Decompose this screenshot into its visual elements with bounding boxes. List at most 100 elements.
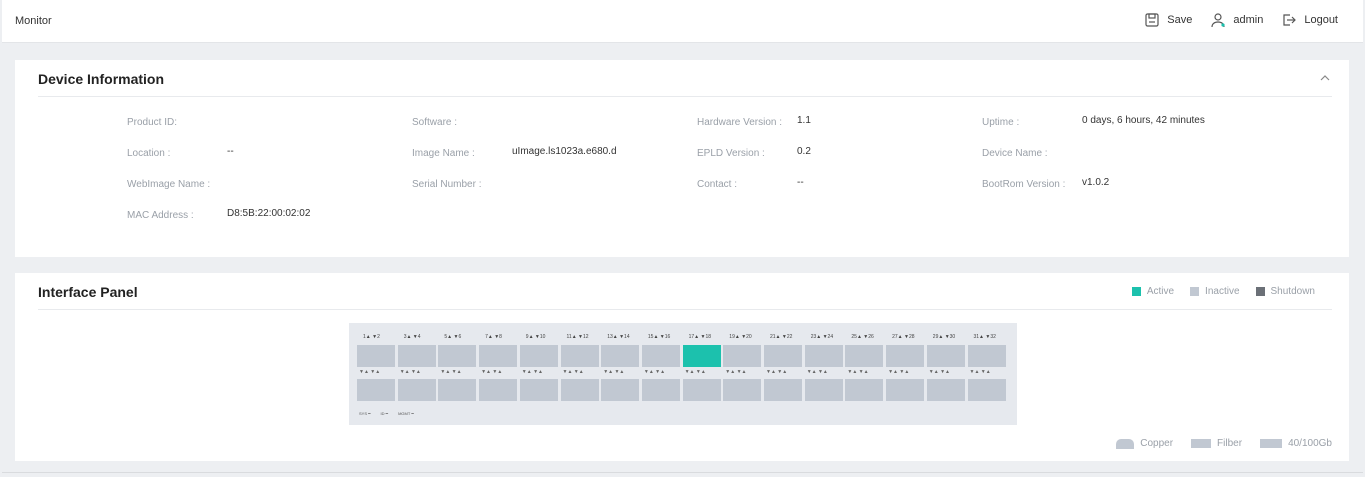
port-bottom[interactable] — [682, 379, 721, 401]
port-bottom[interactable] — [967, 379, 1006, 401]
port-top[interactable] — [519, 345, 558, 367]
info-value: uImage.ls1023a.e680.d — [512, 146, 617, 157]
port-indicator: ▼▲ ▼▲ — [481, 369, 503, 375]
copper-label: Copper — [1140, 438, 1174, 449]
port-number-label: 15▲ ▼16 — [647, 334, 671, 340]
save-button[interactable]: Save — [1144, 12, 1192, 28]
info-label: Image Name : — [412, 148, 475, 159]
port-indicator: ▼▲ ▼▲ — [603, 369, 625, 375]
port-bottom[interactable] — [926, 379, 965, 401]
port-top[interactable] — [886, 345, 925, 367]
port-number-label: 31▲ ▼32 — [973, 334, 996, 340]
device-information-heading: Device Information — [38, 71, 165, 87]
port-indicator: ▼▲ ▼▲ — [521, 369, 543, 375]
port-top[interactable] — [804, 345, 843, 367]
port-top[interactable] — [438, 345, 477, 367]
info-label: Device Name : — [982, 148, 1048, 159]
switch-front-panel: SYS ━ ID ━ MGMT ━ 1▲ ▼2 ▼▲ ▼▲ 3▲ ▼4 ▼▲ ▼▲ 5▲… — [349, 323, 1017, 425]
legend-inactive: Inactive — [1190, 286, 1240, 297]
user-icon — [1211, 13, 1225, 28]
port-top[interactable] — [601, 345, 640, 367]
legend-shutdown: Shutdown — [1255, 286, 1315, 297]
info-label: WebImage Name : — [127, 179, 211, 190]
40-100gb-swatch — [1260, 439, 1283, 448]
interface-panel-card: Interface Panel Active Inactive Shutdown S… — [15, 273, 1349, 461]
port-top[interactable] — [560, 345, 599, 367]
port-bottom[interactable] — [397, 379, 436, 401]
info-label: Contact : — [697, 179, 738, 190]
port-bottom[interactable] — [357, 379, 395, 401]
port-top[interactable] — [764, 345, 802, 367]
info-label: Product ID: — [127, 117, 178, 128]
info-value: 0 days, 6 hours, 42 minutes — [1082, 115, 1205, 126]
port-top[interactable] — [397, 345, 436, 367]
port-number-label: 13▲ ▼14 — [607, 334, 630, 340]
port-indicator: ▼▲ ▼▲ — [969, 369, 991, 375]
port-number-label: 23▲ ▼24 — [810, 334, 834, 340]
legend-swatch — [1190, 287, 1200, 296]
device-information-header: Device Information — [38, 60, 1332, 97]
info-value: v1.0.2 — [1082, 177, 1110, 188]
info-label: BootRom Version : — [982, 179, 1066, 190]
id-led-label: ID ━ — [380, 411, 389, 416]
info-value: -- — [797, 177, 804, 188]
port-number-label: 9▲ ▼10 — [525, 334, 546, 340]
port-top[interactable] — [479, 345, 518, 367]
port-indicator: ▼▲ ▼▲ — [399, 369, 421, 375]
info-label: MAC Address : — [127, 210, 194, 221]
port-bottom[interactable] — [519, 379, 558, 401]
port-bottom[interactable] — [886, 379, 925, 401]
interface-panel-heading: Interface Panel — [38, 284, 138, 300]
port-number-label: 21▲ ▼22 — [770, 334, 793, 340]
port-bottom[interactable] — [723, 379, 762, 401]
port-number-label: 27▲ ▼28 — [892, 334, 915, 340]
info-value: -- — [227, 146, 234, 157]
logout-button[interactable]: Logout — [1281, 12, 1338, 28]
port-bottom[interactable] — [438, 379, 477, 401]
port-indicator: ▼▲ ▼▲ — [766, 369, 788, 375]
port-bottom[interactable] — [845, 379, 884, 401]
fiber-label: Filber — [1217, 438, 1243, 449]
port-number-label: 5▲ ▼6 — [444, 334, 462, 340]
page-title: Monitor — [15, 15, 52, 27]
info-value: D8:5B:22:00:02:02 — [227, 208, 311, 219]
port-top[interactable] — [723, 345, 762, 367]
copper-swatch — [1116, 438, 1135, 449]
chevron-up-icon[interactable] — [1318, 71, 1332, 85]
save-label: Save — [1167, 14, 1193, 26]
port-bottom[interactable] — [601, 379, 640, 401]
info-label: EPLD Version : — [697, 148, 765, 159]
port-top[interactable] — [357, 345, 395, 367]
port-top[interactable] — [682, 345, 721, 367]
legend-label: Active — [1146, 286, 1175, 297]
info-value: 1.1 — [797, 115, 811, 126]
port-number-label: 7▲ ▼8 — [485, 334, 502, 340]
port-indicator: ▼▲ ▼▲ — [888, 369, 910, 375]
port-number-label: 19▲ ▼20 — [729, 334, 752, 340]
port-top[interactable] — [845, 345, 884, 367]
port-indicator: ▼▲ ▼▲ — [562, 369, 584, 375]
port-bottom[interactable] — [560, 379, 599, 401]
info-label: Hardware Version : — [697, 117, 783, 128]
legend-40-100gb: 40/100Gb — [1260, 438, 1332, 449]
port-number-label: 11▲ ▼12 — [566, 334, 589, 340]
port-bottom[interactable] — [804, 379, 843, 401]
legend-swatch — [1255, 287, 1265, 296]
panel-footer: SYS ━ ID ━ MGMT ━ — [359, 411, 414, 416]
port-top[interactable] — [967, 345, 1006, 367]
sys-led-label: SYS ━ — [359, 411, 371, 416]
top-actions: Save admin Logout — [1144, 12, 1338, 28]
interface-panel-header: Interface Panel Active Inactive Shutdown — [38, 273, 1332, 310]
info-label: Serial Number : — [412, 179, 482, 190]
user-menu[interactable]: admin — [1210, 12, 1263, 28]
port-bottom[interactable] — [479, 379, 518, 401]
port-number-label: 17▲ ▼18 — [688, 334, 712, 340]
logout-label: Logout — [1304, 14, 1338, 26]
port-top[interactable] — [641, 345, 680, 367]
port-indicator: ▼▲ ▼▲ — [643, 369, 666, 375]
port-bottom[interactable] — [764, 379, 802, 401]
port-top[interactable] — [926, 345, 965, 367]
port-indicator: ▼▲ ▼▲ — [684, 369, 706, 375]
user-label: admin — [1233, 14, 1264, 26]
port-bottom[interactable] — [641, 379, 680, 401]
